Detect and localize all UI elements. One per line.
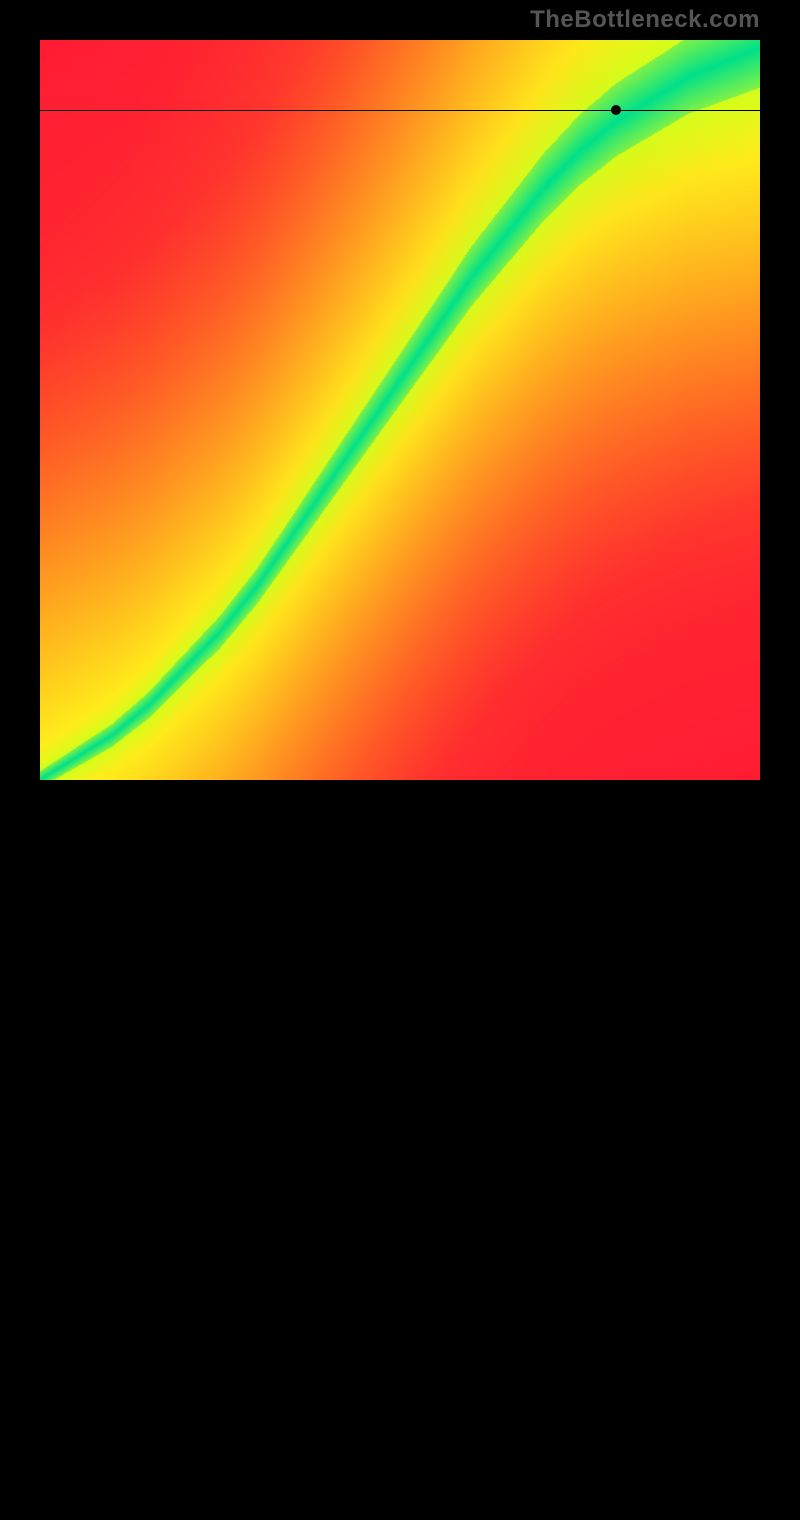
- watermark-text: TheBottleneck.com: [530, 6, 760, 34]
- heatmap-plot: [40, 40, 760, 780]
- crosshair-vertical: [616, 780, 617, 1520]
- heatmap-canvas: [40, 40, 760, 780]
